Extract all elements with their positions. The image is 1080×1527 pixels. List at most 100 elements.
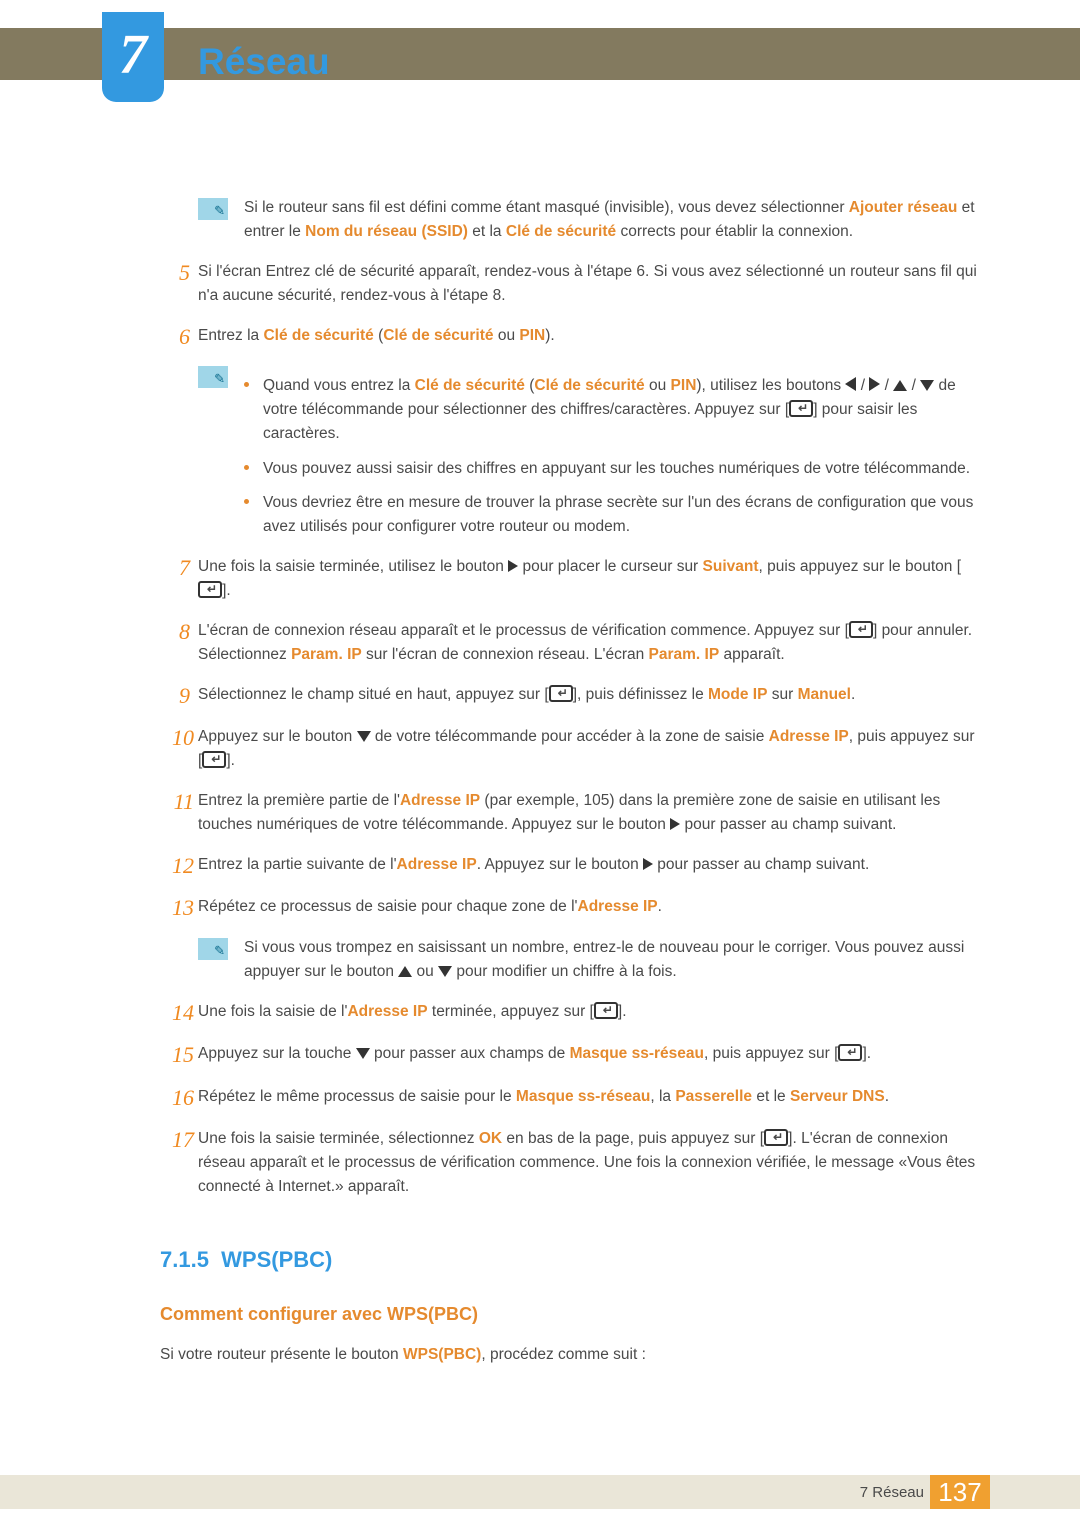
t: en bas de la page, puis appuyez sur [ <box>502 1130 764 1147</box>
note-text: Si vous vous trompez en saisissant un no… <box>244 936 980 984</box>
t: corrects pour établir la connexion. <box>616 223 853 240</box>
t: Une fois la saisie de l' <box>198 1003 347 1020</box>
t: Quand vous entrez la <box>263 377 415 394</box>
enter-icon: ↵ <box>202 751 226 768</box>
kw: Clé de sécurité <box>534 377 644 394</box>
kw: Masque ss-réseau <box>570 1045 704 1062</box>
step-num: 8 <box>160 619 190 645</box>
t: ], puis définissez le <box>573 686 708 703</box>
kw: OK <box>479 1130 502 1147</box>
t: ou <box>494 327 520 344</box>
step-8: 8 L'écran de connexion réseau apparaît e… <box>160 619 980 667</box>
step-num: 9 <box>160 683 190 709</box>
t: sur <box>767 686 797 703</box>
enter-icon: ↵ <box>594 1002 618 1019</box>
arrow-right-icon <box>869 377 880 391</box>
note-step6: Quand vous entrez la Clé de sécurité (Cl… <box>198 364 980 538</box>
note-hidden-router: Si le routeur sans fil est défini comme … <box>198 196 980 244</box>
t: , la <box>650 1088 675 1105</box>
kw: Adresse IP <box>397 856 477 873</box>
note-list: Quand vous entrez la Clé de sécurité (Cl… <box>244 364 980 538</box>
step-5: 5 Si l'écran Entrez clé de sécurité appa… <box>160 260 980 308</box>
note-step13: Si vous vous trompez en saisissant un no… <box>198 936 980 984</box>
bullet-text: Vous pouvez aussi saisir des chiffres en… <box>263 457 980 481</box>
t: Une fois la saisie terminée, sélectionne… <box>198 1130 479 1147</box>
step-num: 17 <box>160 1127 194 1153</box>
t: ]. <box>226 752 235 769</box>
bullet-icon <box>244 465 249 470</box>
t: pour placer le curseur sur <box>518 558 702 575</box>
enter-icon: ↵ <box>789 400 813 417</box>
step-text: Appuyez sur le bouton de votre télécomma… <box>198 725 980 773</box>
note-icon <box>198 366 228 388</box>
step-text: Appuyez sur la touche pour passer aux ch… <box>198 1042 980 1066</box>
kw-ssid: Nom du réseau (SSID) <box>305 223 468 240</box>
section-7-1-5-heading: 7.1.5 WPS(PBC) <box>160 1243 980 1277</box>
t: et la <box>468 223 506 240</box>
t: sur l'écran de connexion réseau. L'écran <box>362 646 649 663</box>
t: . Appuyez sur le bouton <box>477 856 643 873</box>
kw: Clé de sécurité <box>415 377 525 394</box>
t: Répétez le même processus de saisie pour… <box>198 1088 516 1105</box>
step-15: 15 Appuyez sur la touche pour passer aux… <box>160 1042 980 1068</box>
step-num: 6 <box>160 324 190 350</box>
step-text: Entrez la première partie de l'Adresse I… <box>198 789 980 837</box>
footer-label: 7 Réseau <box>860 1481 924 1504</box>
t: pour modifier un chiffre à la fois. <box>452 963 677 980</box>
kw: Mode IP <box>708 686 767 703</box>
step-12: 12 Entrez la partie suivante de l'Adress… <box>160 853 980 879</box>
chapter-number: 7 <box>102 12 164 102</box>
bullet-3: Vous devriez être en mesure de trouver l… <box>244 491 980 539</box>
t: . <box>885 1088 889 1105</box>
kw: PIN <box>519 327 545 344</box>
t: , procédez comme suit : <box>481 1346 646 1363</box>
kw: Clé de sécurité <box>263 327 373 344</box>
t: de votre télécommande pour accéder à la … <box>371 728 769 745</box>
t: ( <box>525 377 534 394</box>
step-num: 12 <box>160 853 194 879</box>
page-content: Si le routeur sans fil est défini comme … <box>160 196 980 1367</box>
t: apparaît. <box>719 646 785 663</box>
kw: Param. IP <box>649 646 720 663</box>
t: ]. <box>618 1003 627 1020</box>
arrow-up-icon <box>893 380 907 391</box>
kw-ajouter-reseau: Ajouter réseau <box>849 199 958 216</box>
step-7: 7 Une fois la saisie terminée, utilisez … <box>160 555 980 603</box>
kw: Serveur DNS <box>790 1088 885 1105</box>
note-icon <box>198 198 228 220</box>
bullet-icon <box>244 382 249 387</box>
step-14: 14 Une fois la saisie de l'Adresse IP te… <box>160 1000 980 1026</box>
bullet-1: Quand vous entrez la Clé de sécurité (Cl… <box>244 374 980 446</box>
kw: WPS(PBC) <box>403 1346 481 1363</box>
t: Entrez la partie suivante de l' <box>198 856 397 873</box>
t: Appuyez sur le bouton <box>198 728 357 745</box>
step-text: Si l'écran Entrez clé de sécurité appara… <box>198 260 980 308</box>
t: Entrez la <box>198 327 263 344</box>
arrow-down-icon <box>920 380 934 391</box>
step-num: 15 <box>160 1042 194 1068</box>
kw: Adresse IP <box>578 898 658 915</box>
chapter-title: Réseau <box>198 33 330 90</box>
t: ou <box>645 377 671 394</box>
kw: PIN <box>671 377 697 394</box>
t: Si le routeur sans fil est défini comme … <box>244 199 849 216</box>
arrow-right-icon <box>508 560 518 572</box>
t: Sélectionnez le champ situé en haut, app… <box>198 686 549 703</box>
t: pour passer au champ suivant. <box>653 856 869 873</box>
step-text: Une fois la saisie terminée, utilisez le… <box>198 555 980 603</box>
t: terminée, appuyez sur [ <box>428 1003 594 1020</box>
t: ]. <box>862 1045 871 1062</box>
step-num: 11 <box>160 789 194 815</box>
step-text: Répétez le même processus de saisie pour… <box>198 1085 980 1109</box>
arrow-down-icon <box>356 1048 370 1059</box>
step-text: Sélectionnez le champ situé en haut, app… <box>198 683 980 707</box>
enter-icon: ↵ <box>849 621 873 638</box>
enter-icon: ↵ <box>198 581 222 598</box>
kw: Adresse IP <box>769 728 849 745</box>
t: , puis appuyez sur [ <box>704 1045 838 1062</box>
note-text: Si le routeur sans fil est défini comme … <box>244 196 980 244</box>
t: Une fois la saisie terminée, utilisez le… <box>198 558 508 575</box>
step-16: 16 Répétez le même processus de saisie p… <box>160 1085 980 1111</box>
section-num: 7.1.5 <box>160 1247 209 1272</box>
bullet-text: Vous devriez être en mesure de trouver l… <box>263 491 980 539</box>
